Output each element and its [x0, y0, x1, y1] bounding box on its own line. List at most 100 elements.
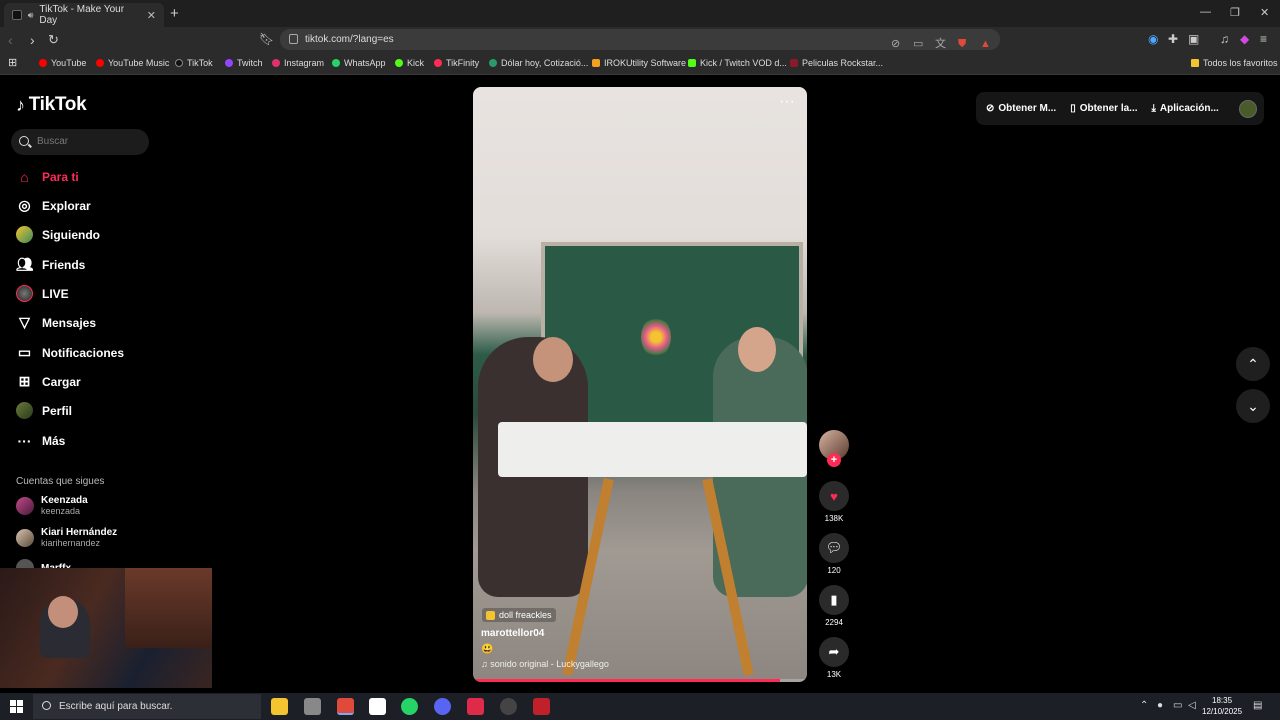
microphone-icon[interactable]: ●: [1157, 700, 1163, 711]
apps-grid-icon[interactable]: ⊞: [8, 56, 17, 69]
friends-icon: 👥︎: [15, 256, 34, 272]
network-icon[interactable]: ▭: [1173, 700, 1182, 711]
reload-icon[interactable]: ↻: [48, 32, 59, 48]
forward-icon[interactable]: ›: [30, 32, 35, 48]
streamlabs-app-icon[interactable]: [533, 698, 550, 715]
media-icon[interactable]: ♫: [1220, 32, 1229, 46]
nav-perfil[interactable]: Perfil: [16, 402, 72, 419]
dolar-icon: [489, 59, 497, 67]
extensions-icon[interactable]: ✚: [1168, 32, 1178, 46]
tiktok-logo[interactable]: ♪ TikTok: [16, 94, 87, 116]
video-caption: 😃: [481, 644, 494, 655]
user-avatar[interactable]: [1238, 99, 1257, 118]
bookmark-icon[interactable]: 🔖︎: [259, 32, 274, 46]
comment-icon[interactable]: 💬︎: [819, 533, 849, 563]
bookmark-whatsapp[interactable]: WhatsApp: [332, 58, 386, 68]
bookmark-kick[interactable]: Kick: [395, 58, 424, 68]
previous-video-button[interactable]: ⌃: [1236, 347, 1270, 381]
avatar: [16, 528, 34, 547]
browser-tab[interactable]: 🔊︎ TikTok - Make Your Day ✕: [4, 3, 164, 27]
brave-browser-icon[interactable]: [337, 698, 354, 715]
file-explorer-icon[interactable]: [271, 698, 288, 715]
bookmark-tiktok[interactable]: TikTok: [175, 58, 213, 68]
nav-siguiendo[interactable]: Siguiendo: [16, 226, 100, 243]
get-app-button[interactable]: ▯ Obtener la...: [1070, 103, 1137, 114]
close-window-icon[interactable]: ✕: [1260, 6, 1269, 19]
video-username[interactable]: marottellor04: [481, 628, 544, 639]
bookmark-youtube-music[interactable]: YouTube Music: [96, 58, 169, 68]
bookmark-dolar[interactable]: Dólar hoy, Cotizació...: [489, 58, 588, 68]
nav-mas[interactable]: ··· Más: [16, 432, 66, 449]
restore-icon[interactable]: ❐: [1230, 6, 1240, 19]
following-item-keenzada[interactable]: Keenzada keenzada: [16, 495, 88, 516]
video-progress-bar[interactable]: [473, 679, 807, 682]
nav-para-ti[interactable]: ⌂ Para ti: [16, 168, 78, 185]
taskbar-search-input[interactable]: Escribe aquí para buscar.: [33, 694, 261, 719]
next-video-button[interactable]: ⌄: [1236, 389, 1270, 423]
following-item-kiari[interactable]: Kiari Hernández kiarihernandez: [16, 527, 117, 548]
menu-icon[interactable]: ≡: [1260, 32, 1267, 46]
tiktok-favicon-icon: [12, 10, 22, 20]
all-bookmarks-folder[interactable]: Todos los favoritos: [1191, 58, 1278, 68]
bookmark-tikfinity[interactable]: TikFinity: [434, 58, 479, 68]
wallet-icon[interactable]: ◆: [1240, 32, 1249, 46]
new-tab-button[interactable]: +: [170, 5, 179, 22]
brave-shield-icon[interactable]: ⛊: [958, 34, 966, 55]
nav-mensajes[interactable]: ▽ Mensajes: [16, 314, 96, 331]
nav-cargar[interactable]: ⊞ Cargar: [16, 373, 81, 390]
heart-icon[interactable]: ♥: [819, 481, 849, 511]
like-action[interactable]: ♥ 138K: [819, 481, 849, 523]
download-app-button[interactable]: ⤓ Aplicación...: [1152, 103, 1219, 114]
tiktok-live-app-icon[interactable]: [467, 698, 484, 715]
nav-notificaciones[interactable]: ▭ Notificaciones: [16, 344, 124, 361]
youtube-music-icon: [96, 59, 104, 67]
bookmark-irokutility[interactable]: IROKUtility Software: [592, 58, 686, 68]
bookmark-peliculas[interactable]: Peliculas Rockstar...: [790, 58, 883, 68]
share-action[interactable]: ➦ 13K: [819, 637, 849, 679]
store-app-icon[interactable]: [369, 698, 386, 715]
taskbar-clock[interactable]: 18:35 12/10/2025: [1202, 695, 1242, 717]
cast-icon[interactable]: ▭: [913, 34, 923, 55]
follow-creator-button[interactable]: +: [827, 453, 841, 467]
bookmark-twitch[interactable]: Twitch: [225, 58, 263, 68]
translate-icon[interactable]: 文: [935, 34, 946, 55]
windows-start-icon[interactable]: [10, 700, 23, 713]
bookmark-kick-twitch-vod[interactable]: Kick / Twitch VOD d...: [688, 58, 787, 68]
avatar: [16, 496, 34, 515]
discord-app-icon[interactable]: [434, 698, 451, 715]
brave-rewards-icon[interactable]: ▲: [980, 34, 991, 55]
nav-explorar[interactable]: ◎ Explorar: [16, 197, 90, 214]
no-tracking-icon[interactable]: ⊘: [891, 34, 900, 55]
nav-friends[interactable]: 👥︎ Friends: [15, 256, 86, 273]
video-more-icon[interactable]: ···: [779, 93, 795, 111]
instagram-icon: [272, 59, 280, 67]
irokutility-icon: [592, 59, 600, 67]
audio-extension-icon[interactable]: ◉: [1148, 32, 1158, 46]
get-coins-button[interactable]: ⊘ Obtener M...: [986, 103, 1056, 114]
search-input[interactable]: Buscar: [11, 129, 149, 155]
address-bar[interactable]: tiktok.com/?lang=es ⊘ ▭ 文 ⛊ ▲: [280, 29, 1000, 50]
minimize-icon[interactable]: —: [1200, 6, 1211, 18]
settings-app-icon[interactable]: [304, 698, 321, 715]
tray-chevron-icon[interactable]: ⌃: [1140, 700, 1148, 711]
site-info-icon[interactable]: [289, 34, 298, 44]
notifications-icon[interactable]: ▤: [1253, 700, 1262, 711]
save-action[interactable]: ▮ 2294: [819, 585, 849, 627]
close-tab-icon[interactable]: ✕: [147, 9, 156, 22]
video-player[interactable]: ··· doll freackles marottellor04 😃 ♫ son…: [473, 87, 807, 682]
bookmark-youtube[interactable]: YouTube: [39, 58, 86, 68]
back-icon[interactable]: ‹: [8, 32, 13, 48]
bookmark-save-icon[interactable]: ▮: [819, 585, 849, 615]
video-sound-link[interactable]: ♫ sonido original - Luckygallego: [481, 659, 609, 669]
whatsapp-app-icon[interactable]: [401, 698, 418, 715]
nav-live[interactable]: LIVE: [16, 285, 69, 302]
bookmark-instagram[interactable]: Instagram: [272, 58, 324, 68]
following-avatar-icon: [16, 226, 33, 243]
sidebar-toggle-icon[interactable]: ▣: [1188, 32, 1199, 46]
comment-action[interactable]: 💬︎ 120: [819, 533, 849, 575]
volume-icon[interactable]: ◁: [1188, 700, 1196, 711]
video-effect-tag[interactable]: doll freackles: [482, 608, 556, 622]
share-icon[interactable]: ➦: [819, 637, 849, 667]
obs-app-icon[interactable]: [500, 698, 517, 715]
compass-icon: ◎: [18, 197, 31, 213]
